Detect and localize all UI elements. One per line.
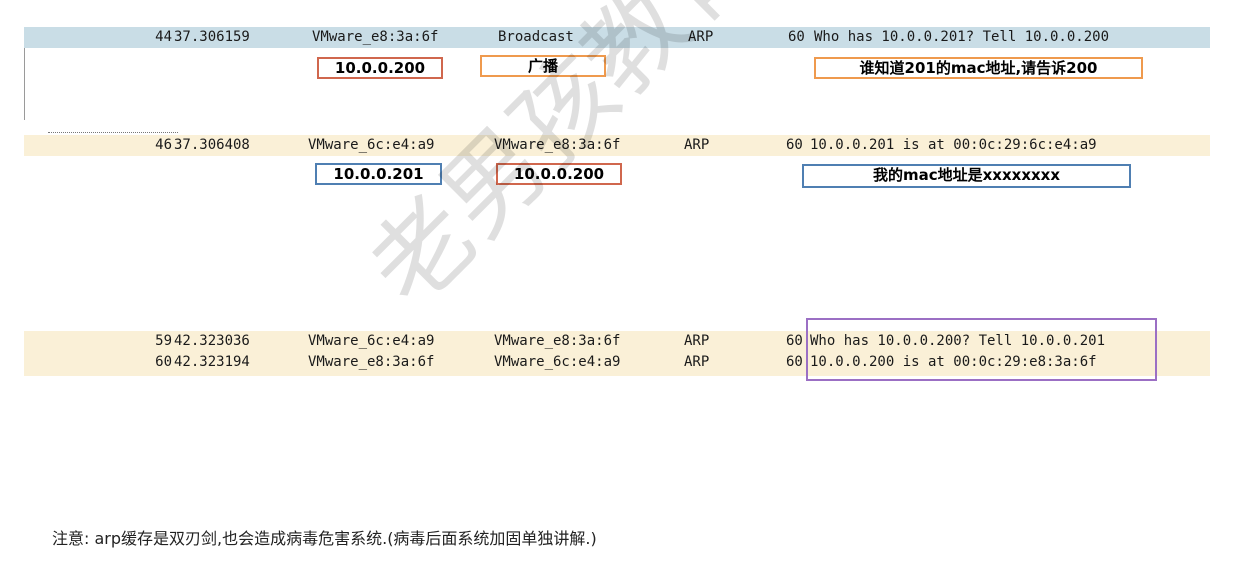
packet-protocol: ARP bbox=[684, 354, 710, 370]
packet-time: 42.323194 bbox=[174, 354, 250, 370]
packet-no: 59 bbox=[155, 333, 172, 349]
packet-time: 42.323036 bbox=[174, 333, 250, 349]
highlight-box bbox=[806, 318, 1157, 381]
packet-no: 44 bbox=[155, 29, 172, 45]
packet-row-44[interactable]: 44 37.306159 VMware_e8:3a:6f Broadcast A… bbox=[24, 27, 1210, 48]
packet-destination: VMware_6c:e4:a9 bbox=[494, 354, 621, 370]
packet-length: 60 bbox=[786, 333, 803, 349]
packet-length: 60 bbox=[786, 137, 803, 153]
packet-source: VMware_e8:3a:6f bbox=[308, 354, 435, 370]
packet-destination: Broadcast bbox=[498, 29, 574, 45]
packet-info: 10.0.0.201 is at 00:0c:29:6c:e4:a9 bbox=[810, 137, 1097, 153]
dotted-line bbox=[48, 132, 178, 133]
annotation-source-box: 10.0.0.200 bbox=[317, 57, 443, 79]
annotation-info-box: 我的mac地址是xxxxxxxx bbox=[802, 164, 1131, 188]
packet-source: VMware_6c:e4:a9 bbox=[308, 137, 435, 153]
packet-info: Who has 10.0.0.201? Tell 10.0.0.200 bbox=[814, 29, 1110, 45]
note-text: 注意: arp缓存是双刃剑,也会造成病毒危害系统.(病毒后面系统加固单独讲解.) bbox=[52, 529, 597, 548]
packet-no: 60 bbox=[155, 354, 172, 370]
packet-length: 60 bbox=[786, 354, 803, 370]
packet-destination: VMware_e8:3a:6f bbox=[494, 333, 621, 349]
packet-source: VMware_e8:3a:6f bbox=[312, 29, 439, 45]
annotation-destination-box: 广播 bbox=[480, 55, 606, 77]
packet-row-46[interactable]: 46 37.306408 VMware_6c:e4:a9 VMware_e8:3… bbox=[24, 135, 1210, 156]
annotation-source-box: 10.0.0.201 bbox=[315, 163, 442, 185]
packet-protocol: ARP bbox=[684, 333, 710, 349]
annotation-info-box: 谁知道201的mac地址,请告诉200 bbox=[814, 57, 1143, 79]
packet-length: 60 bbox=[788, 29, 805, 45]
annotation-destination-box: 10.0.0.200 bbox=[496, 163, 622, 185]
packet-source: VMware_6c:e4:a9 bbox=[308, 333, 435, 349]
packet-destination: VMware_e8:3a:6f bbox=[494, 137, 621, 153]
packet-time: 37.306159 bbox=[174, 29, 250, 45]
packet-protocol: ARP bbox=[684, 137, 710, 153]
packet-time: 37.306408 bbox=[174, 137, 250, 153]
packet-no: 46 bbox=[155, 137, 172, 153]
packet-protocol: ARP bbox=[688, 29, 714, 45]
